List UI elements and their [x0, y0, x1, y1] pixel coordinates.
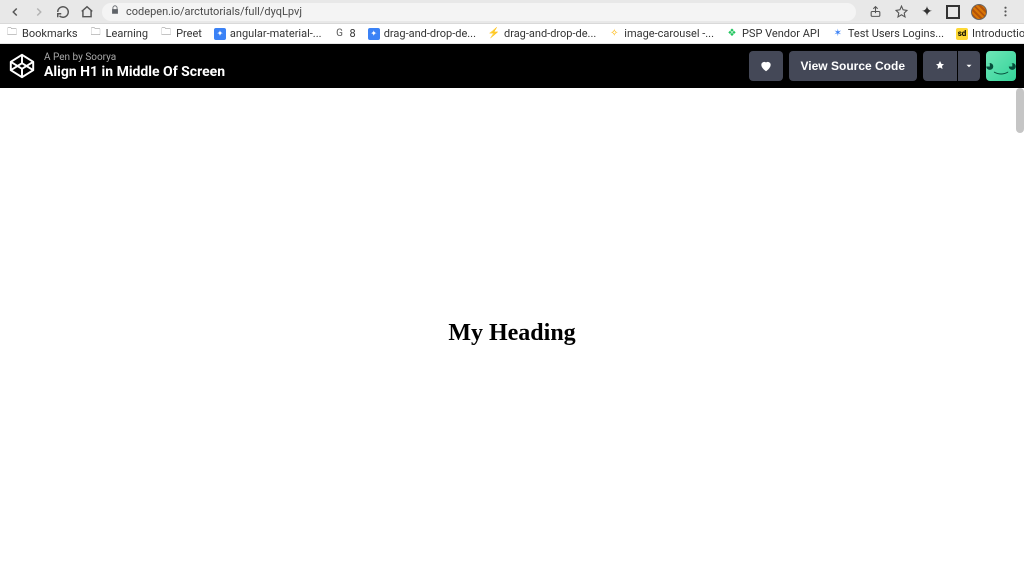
user-avatar[interactable]: ◕‿◕ [986, 51, 1016, 81]
bookmark-label: Test Users Logins... [848, 27, 944, 40]
bookmark-item[interactable]: 🗀 Learning [90, 27, 148, 40]
codepen-logo-icon[interactable] [8, 52, 36, 80]
bookmark-item[interactable]: ✧ image-carousel -... [608, 27, 714, 40]
bookmark-label: angular-material-... [230, 27, 322, 40]
browser-toolbar: codepen.io/arctutorials/full/dyqLpvj ✦ [0, 0, 1024, 24]
forward-button[interactable] [30, 3, 48, 21]
home-button[interactable] [78, 3, 96, 21]
back-button[interactable] [6, 3, 24, 21]
doc-icon: sd [956, 28, 968, 40]
profile-avatar[interactable] [970, 3, 988, 21]
folder-icon: 🗀 [160, 28, 172, 40]
pin-dropdown[interactable] [958, 51, 980, 81]
bookmark-label: 8 [350, 27, 356, 40]
share-icon[interactable] [866, 3, 884, 21]
love-button[interactable] [749, 51, 783, 81]
page-heading: My Heading [448, 320, 575, 347]
pen-author[interactable]: A Pen by Soorya [44, 52, 225, 64]
bookmark-label: Bookmarks [22, 27, 78, 40]
menu-icon[interactable] [996, 3, 1014, 21]
panel-icon[interactable] [944, 3, 962, 21]
url-text: codepen.io/arctutorials/full/dyqLpvj [126, 5, 302, 18]
folder-icon: 🗀 [90, 28, 102, 40]
address-bar[interactable]: codepen.io/arctutorials/full/dyqLpvj [102, 3, 856, 21]
bookmark-item[interactable]: sd Introduction [956, 27, 1024, 40]
pin-button[interactable] [923, 51, 957, 81]
folder-icon: 🗀 [6, 28, 18, 40]
bookmark-item[interactable]: 🗀 Preet [160, 27, 202, 40]
reload-button[interactable] [54, 3, 72, 21]
pin-split-button [923, 51, 980, 81]
lock-icon [110, 5, 120, 18]
bookmark-label: image-carousel -... [624, 27, 714, 40]
header-actions: View Source Code ◕‿◕ [749, 51, 1016, 81]
bolt-icon: ✦ [368, 28, 380, 40]
extensions-icon[interactable]: ✦ [918, 3, 936, 21]
bolt-icon: ✦ [214, 28, 226, 40]
bookmark-label: Preet [176, 27, 202, 40]
sparkle-icon: ✧ [608, 28, 620, 40]
codepen-header: A Pen by Soorya Align H1 in Middle Of Sc… [0, 44, 1024, 88]
google-icon: G [334, 28, 346, 40]
bookmark-item[interactable]: ⚡ drag-and-drop-de... [488, 27, 596, 40]
bookmark-label: PSP Vendor API [742, 27, 820, 40]
bookmark-label: Introduction [972, 27, 1024, 40]
bookmark-label: drag-and-drop-de... [384, 27, 476, 40]
bookmarks-bar: 🗀 Bookmarks 🗀 Learning 🗀 Preet ✦ angular-mat… [0, 24, 1024, 44]
bookmark-item[interactable]: ✦ drag-and-drop-de... [368, 27, 476, 40]
view-source-button[interactable]: View Source Code [789, 51, 917, 81]
bookmark-item[interactable]: ✶ Test Users Logins... [832, 27, 944, 40]
vertical-scrollbar[interactable] [1016, 88, 1024, 133]
bookmark-item[interactable]: ✦ angular-material-... [214, 27, 322, 40]
star-icon[interactable] [892, 3, 910, 21]
confluence-icon: ✶ [832, 28, 844, 40]
pen-title: Align H1 in Middle Of Screen [44, 64, 225, 81]
pen-content: My Heading [0, 88, 1024, 579]
browser-right-icons: ✦ [862, 3, 1018, 21]
bookmark-label: Learning [106, 27, 148, 40]
leaf-icon: ❖ [726, 28, 738, 40]
bolt-icon: ⚡ [488, 28, 500, 40]
bookmark-item[interactable]: 🗀 Bookmarks [6, 27, 78, 40]
pen-meta: A Pen by Soorya Align H1 in Middle Of Sc… [44, 52, 225, 81]
bookmark-item[interactable]: ❖ PSP Vendor API [726, 27, 820, 40]
bookmark-item[interactable]: G8 [334, 27, 356, 40]
bookmark-label: drag-and-drop-de... [504, 27, 596, 40]
